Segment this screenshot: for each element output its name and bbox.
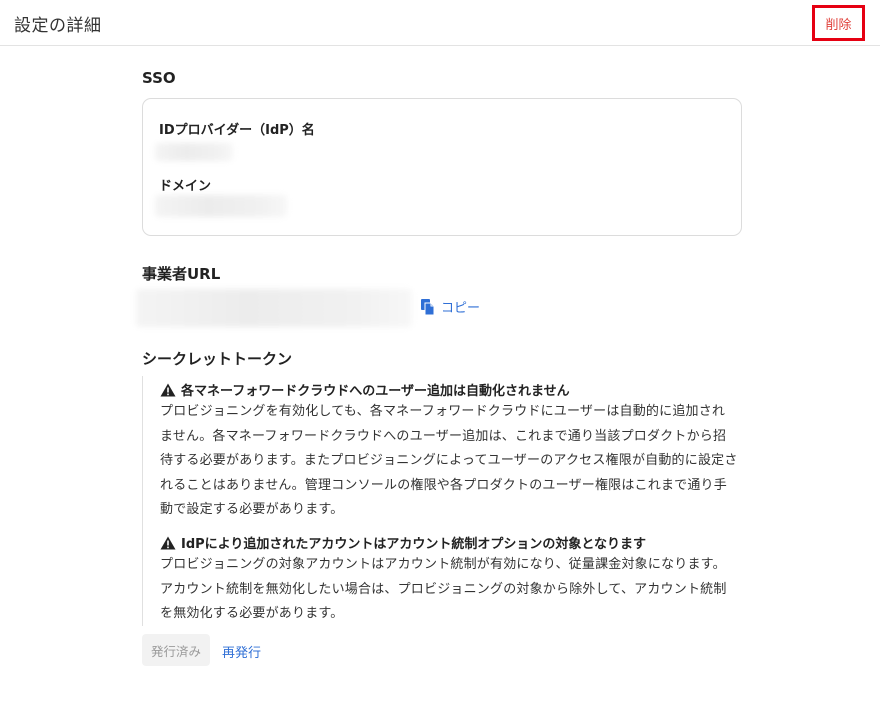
notice-heading-2-text: IdPにより追加されたアカウントはアカウント統制オプションの対象となります <box>181 537 647 552</box>
sso-card: IDプロバイダー（IdP）名 ドメイン <box>142 98 742 236</box>
business-url-section-title: 事業者URL <box>142 265 221 283</box>
notice-body-2: プロビジョニングの対象アカウントはアカウント統制が有効になり、従量課金対象になり… <box>160 557 727 621</box>
notice-heading-1-text: 各マネーフォワードクラウドへのユーザー追加は自動化されません <box>181 384 570 399</box>
copy-label: コピー <box>441 301 481 316</box>
secret-token-section-title: シークレットトークン <box>142 350 293 368</box>
copy-icon <box>420 298 436 316</box>
idp-name-value-redacted <box>155 143 233 161</box>
domain-label: ドメイン <box>159 179 212 194</box>
notice-body-1: プロビジョニングを有効化しても、各マネーフォワードクラウドにユーザーは自動的に追… <box>160 404 738 517</box>
provisioning-notice: 各マネーフォワードクラウドへのユーザー追加は自動化されません プロビジョニングを… <box>142 376 742 626</box>
business-url-value-redacted <box>136 289 412 327</box>
sso-section-title: SSO <box>142 69 176 87</box>
idp-name-label: IDプロバイダー（IdP）名 <box>159 123 315 138</box>
page-title: 設定の詳細 <box>14 16 102 36</box>
warning-icon <box>160 536 176 550</box>
warning-icon <box>160 383 176 397</box>
copy-url-link[interactable]: コピー <box>420 297 480 316</box>
notice-heading-2: IdPにより追加されたアカウントはアカウント統制オプションの対象となります <box>160 533 646 552</box>
notice-heading-1: 各マネーフォワードクラウドへのユーザー追加は自動化されません <box>160 380 570 399</box>
issued-status-button: 発行済み <box>142 634 210 666</box>
delete-button[interactable]: 削除 <box>812 5 865 41</box>
page-header: 設定の詳細 削除 <box>0 0 880 46</box>
reissue-link[interactable]: 再発行 <box>222 642 261 661</box>
domain-value-redacted <box>155 195 287 217</box>
